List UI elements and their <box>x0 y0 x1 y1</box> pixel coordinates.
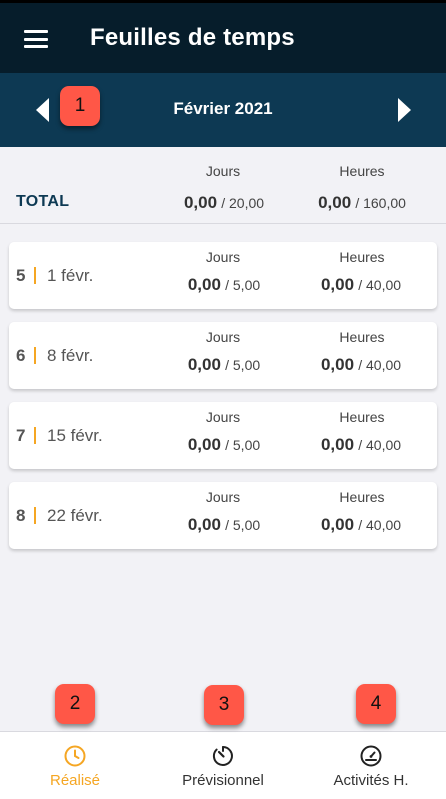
speedometer-icon <box>360 745 382 767</box>
total-jours-amount: 0,00 <box>183 193 218 212</box>
total-jours-value: 0,00 / 20,00 <box>154 193 294 213</box>
page-title: Feuilles de temps <box>90 24 295 51</box>
nav-label-realise: Réalisé <box>49 772 101 789</box>
total-jours-header: Jours <box>205 163 241 179</box>
timer-icon <box>212 746 233 766</box>
week-heures-header: Heures <box>339 489 385 505</box>
nav-item-realise[interactable]: Réalisé <box>1 732 149 799</box>
week-jours-max: / 5,00 <box>225 437 261 453</box>
week-jours-header: Jours <box>205 489 241 505</box>
week-number: 8 <box>16 506 26 525</box>
week-heures-amount: 0,00 <box>320 435 355 454</box>
bottom-navigation: Réalisé Prévisionnel Activités H. <box>0 731 446 799</box>
week-heures-max: / 40,00 <box>358 437 402 453</box>
week-number: 6 <box>16 346 26 365</box>
week-heures-value: 0,00 / 40,00 <box>291 515 431 535</box>
total-heures-amount: 0,00 <box>318 193 352 212</box>
week-heures-max: / 40,00 <box>358 357 402 373</box>
week-card[interactable]: 5 1 févr. Jours Heures 0,00 / 5,00 0,00 … <box>9 242 437 309</box>
week-jours-header: Jours <box>205 329 241 345</box>
week-separator <box>34 427 36 444</box>
app-header: Feuilles de temps <box>0 0 446 73</box>
total-jours-max: / 20,00 <box>221 195 265 211</box>
week-heures-value: 0,00 / 40,00 <box>291 435 431 455</box>
week-date: 15 févr. <box>47 426 103 445</box>
week-jours-amount: 0,00 <box>187 355 221 374</box>
week-number: 5 <box>16 266 26 285</box>
week-date: 8 févr. <box>47 346 94 365</box>
week-card[interactable]: 8 22 févr. Jours Heures 0,00 / 5,00 0,00… <box>9 482 437 549</box>
week-heures-amount: 0,00 <box>320 355 355 374</box>
menu-icon[interactable] <box>24 30 48 48</box>
week-date: 22 févr. <box>47 506 103 525</box>
week-jours-value: 0,00 / 5,00 <box>154 355 294 375</box>
week-heures-amount: 0,00 <box>320 275 355 294</box>
clock-icon <box>64 745 86 767</box>
week-jours-amount: 0,00 <box>187 515 221 534</box>
total-summary: Jours Heures TOTAL 0,00 / 20,00 0,00 / 1… <box>0 147 446 224</box>
week-jours-max: / 5,00 <box>225 357 261 373</box>
annotation-badge: 2 <box>55 684 95 724</box>
week-jours-max: / 5,00 <box>225 277 261 293</box>
week-card[interactable]: 6 8 févr. Jours Heures 0,00 / 5,00 0,00 … <box>9 322 437 389</box>
week-heures-value: 0,00 / 40,00 <box>291 355 431 375</box>
week-jours-value: 0,00 / 5,00 <box>154 275 294 295</box>
next-month-arrow-icon[interactable] <box>394 95 414 125</box>
week-heures-header: Heures <box>339 409 385 425</box>
week-jours-max: / 5,00 <box>225 517 261 533</box>
week-card[interactable]: 7 15 févr. Jours Heures 0,00 / 5,00 0,00… <box>9 402 437 469</box>
week-jours-amount: 0,00 <box>187 275 221 294</box>
week-jours-value: 0,00 / 5,00 <box>154 435 294 455</box>
week-heures-header: Heures <box>339 249 385 265</box>
week-date: 1 févr. <box>47 266 94 285</box>
annotation-badge: 4 <box>356 684 396 724</box>
week-jours-header: Jours <box>205 249 241 265</box>
week-heures-max: / 40,00 <box>358 277 402 293</box>
annotation-badge: 3 <box>204 685 244 725</box>
nav-label-activites: Activités H. <box>333 772 409 789</box>
annotation-badge: 1 <box>60 86 100 126</box>
week-separator <box>34 347 36 364</box>
week-jours-amount: 0,00 <box>187 435 221 454</box>
total-heures-value: 0,00 / 160,00 <box>292 193 432 213</box>
week-jours-header: Jours <box>205 409 241 425</box>
total-heures-max: / 160,00 <box>355 195 406 211</box>
week-number: 7 <box>16 426 26 445</box>
week-separator <box>34 267 36 284</box>
week-separator <box>34 507 36 524</box>
nav-item-previsionnel[interactable]: Prévisionnel <box>149 732 297 799</box>
week-heures-max: / 40,00 <box>358 517 402 533</box>
total-label: TOTAL <box>16 193 70 210</box>
total-heures-header: Heures <box>339 163 385 179</box>
week-heures-value: 0,00 / 40,00 <box>291 275 431 295</box>
week-heures-header: Heures <box>339 329 385 345</box>
nav-label-previsionnel: Prévisionnel <box>182 772 264 789</box>
week-heures-amount: 0,00 <box>320 515 355 534</box>
week-jours-value: 0,00 / 5,00 <box>154 515 294 535</box>
nav-item-activites[interactable]: Activités H. <box>297 732 445 799</box>
